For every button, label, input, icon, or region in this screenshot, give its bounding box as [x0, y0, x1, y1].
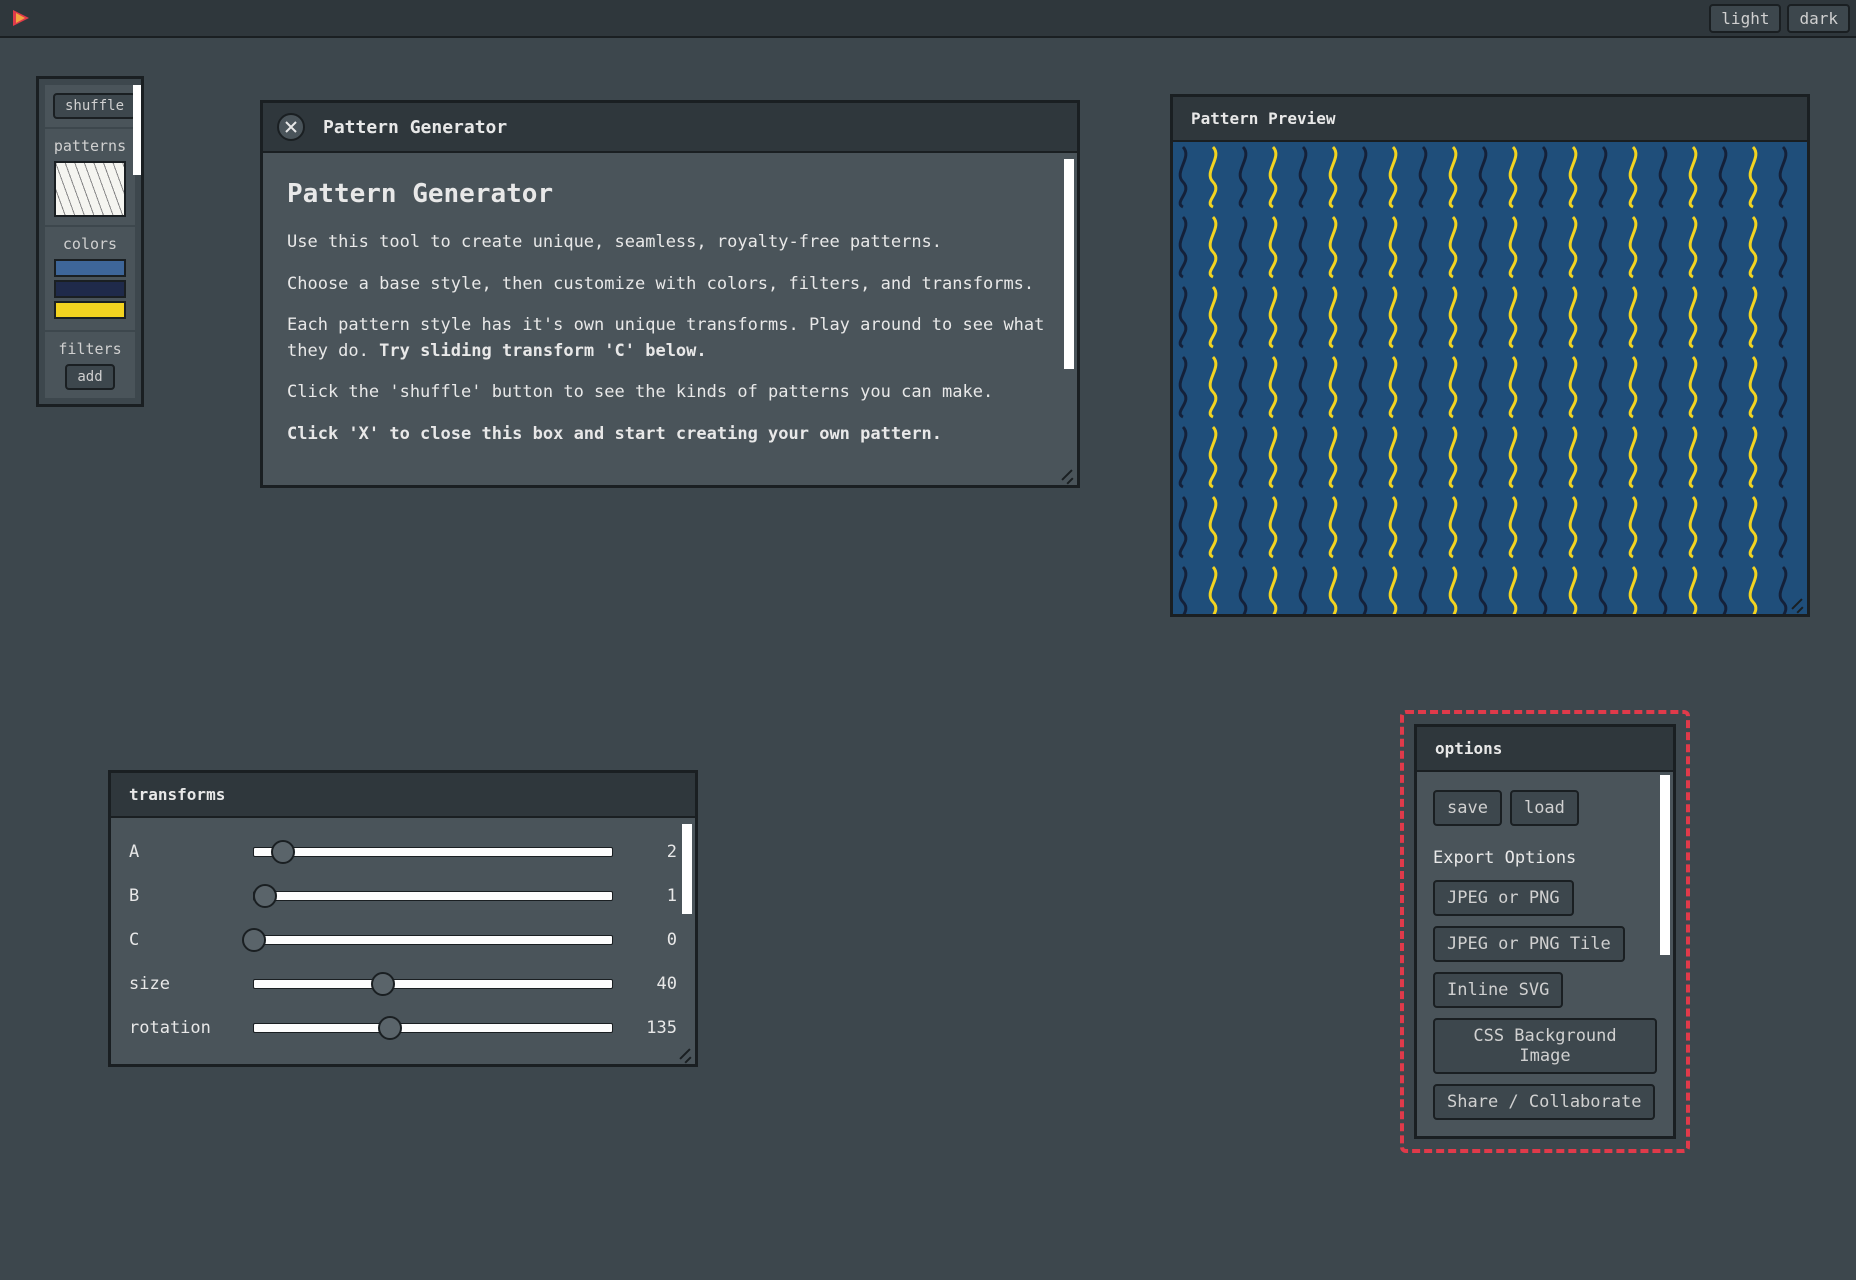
slider-label: B — [129, 886, 239, 906]
color-swatch-3[interactable] — [54, 301, 126, 319]
slider-label: rotation — [129, 1018, 239, 1038]
theme-toggle-group: light dark — [1709, 4, 1850, 33]
slider-rotation[interactable] — [253, 1023, 613, 1033]
filters-label: filters — [53, 340, 127, 358]
preview-title: Pattern Preview — [1173, 97, 1807, 142]
colors-label: colors — [53, 235, 127, 253]
preview-panel: Pattern Preview — [1170, 94, 1810, 617]
shuffle-button[interactable]: shuffle — [53, 93, 136, 119]
export-button[interactable]: JPEG or PNG Tile — [1433, 926, 1625, 962]
options-title: options — [1417, 727, 1673, 772]
slider-value: 135 — [627, 1018, 677, 1038]
color-swatch-1[interactable] — [54, 259, 126, 277]
patterns-label: patterns — [53, 137, 127, 155]
slider-thumb[interactable] — [242, 928, 266, 952]
sidebar-scrollbar[interactable] — [133, 85, 141, 175]
close-icon[interactable] — [277, 113, 305, 141]
slider-label: A — [129, 842, 239, 862]
theme-light-button[interactable]: light — [1709, 4, 1781, 33]
export-button[interactable]: CSS Background Image — [1433, 1018, 1657, 1074]
export-button[interactable]: Inline SVG — [1433, 972, 1563, 1008]
resize-handle[interactable] — [1058, 466, 1074, 482]
slider-row-a: A2 — [129, 830, 677, 874]
slider-value: 2 — [627, 842, 677, 862]
intro-scrollbar[interactable] — [1064, 159, 1074, 369]
transforms-panel: transforms A2B1C0size40rotation135 — [108, 770, 698, 1067]
export-options-label: Export Options — [1433, 848, 1657, 868]
slider-value: 0 — [627, 930, 677, 950]
intro-text: Choose a base style, then customize with… — [287, 272, 1053, 298]
topbar: light dark — [0, 0, 1856, 38]
export-button[interactable]: Share / Collaborate — [1433, 1084, 1655, 1120]
slider-thumb[interactable] — [253, 884, 277, 908]
slider-label: size — [129, 974, 239, 994]
slider-thumb[interactable] — [378, 1016, 402, 1040]
slider-c[interactable] — [253, 935, 613, 945]
slider-value: 40 — [627, 974, 677, 994]
intro-text: Use this tool to create unique, seamless… — [287, 230, 1053, 256]
resize-handle[interactable] — [676, 1045, 692, 1061]
slider-thumb[interactable] — [371, 972, 395, 996]
slider-size[interactable] — [253, 979, 613, 989]
options-scrollbar[interactable] — [1660, 775, 1670, 955]
intro-header-title: Pattern Generator — [323, 117, 507, 138]
intro-text: Each pattern style has it's own unique t… — [287, 313, 1053, 364]
add-filter-button[interactable]: add — [65, 364, 114, 390]
sidebar-panel: shuffle patterns colors filters add — [36, 76, 144, 407]
resize-handle[interactable] — [1788, 595, 1804, 611]
intro-panel: Pattern Generator Pattern Generator Use … — [260, 100, 1080, 488]
transforms-title: transforms — [111, 773, 695, 818]
export-button[interactable]: JPEG or PNG — [1433, 880, 1574, 916]
transforms-scrollbar[interactable] — [682, 824, 692, 914]
intro-text: Click the 'shuffle' button to see the ki… — [287, 380, 1053, 406]
load-button[interactable]: load — [1510, 790, 1579, 826]
options-panel: options save load Export Options JPEG or… — [1414, 724, 1676, 1139]
slider-row-b: B1 — [129, 874, 677, 918]
slider-row-c: C0 — [129, 918, 677, 962]
slider-thumb[interactable] — [271, 840, 295, 864]
intro-title: Pattern Generator — [287, 175, 1053, 214]
slider-label: C — [129, 930, 239, 950]
slider-value: 1 — [627, 886, 677, 906]
pattern-thumbnail[interactable] — [54, 161, 126, 217]
options-highlight-box: options save load Export Options JPEG or… — [1400, 710, 1690, 1153]
app-logo — [6, 3, 36, 33]
intro-text: Click 'X' to close this box and start cr… — [287, 422, 1053, 448]
theme-dark-button[interactable]: dark — [1787, 4, 1850, 33]
slider-row-size: size 40 — [129, 962, 677, 1006]
preview-canvas — [1173, 142, 1807, 614]
slider-a[interactable] — [253, 847, 613, 857]
save-button[interactable]: save — [1433, 790, 1502, 826]
slider-row-rotation: rotation 135 — [129, 1006, 677, 1050]
color-swatch-2[interactable] — [54, 280, 126, 298]
slider-b[interactable] — [253, 891, 613, 901]
